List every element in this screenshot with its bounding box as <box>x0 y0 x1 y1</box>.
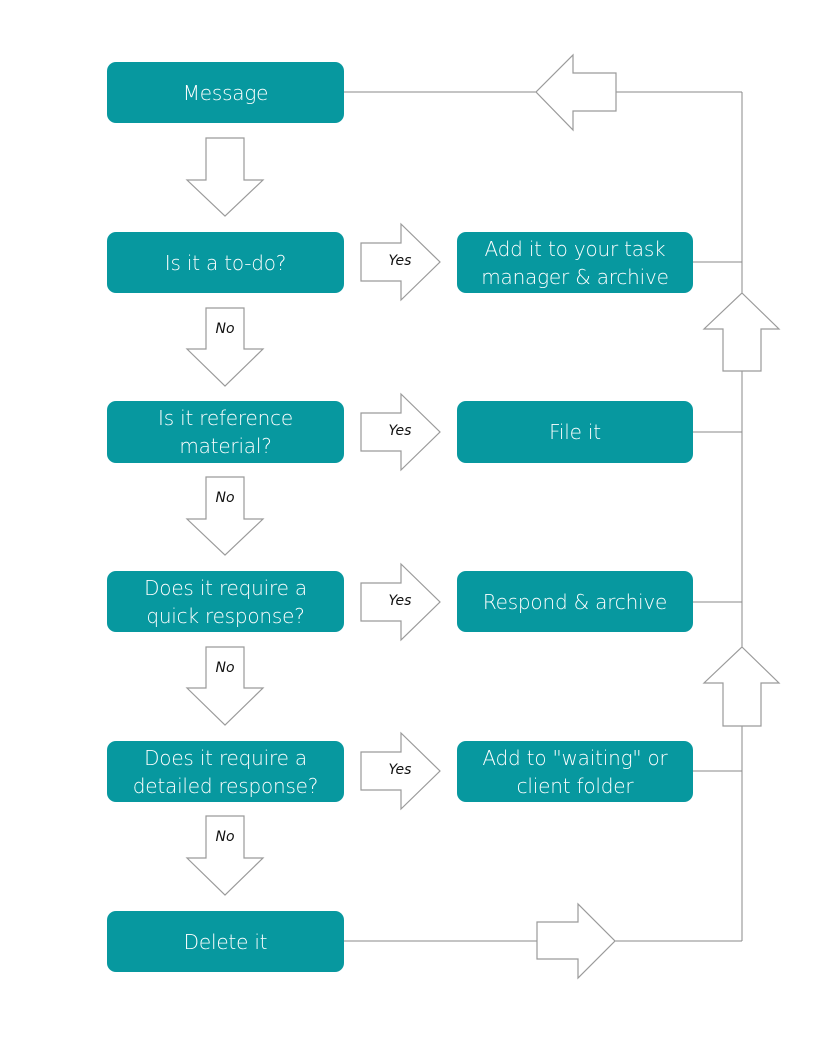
yes-label: Yes <box>388 593 412 609</box>
down-arrow-icon <box>185 137 265 217</box>
yes-label: Yes <box>388 423 412 439</box>
node-respond: Respond & archive <box>457 571 693 632</box>
down-arrow-icon <box>185 646 265 726</box>
yes-label: Yes <box>388 253 412 269</box>
node-quick-response-question: Does it require a quick response? <box>107 571 344 632</box>
node-delete: Delete it <box>107 911 344 972</box>
node-waiting: Add to "waiting" or client folder <box>457 741 693 802</box>
node-detailed-response-question: Does it require a detailed response? <box>107 741 344 802</box>
no-label: No <box>215 321 235 337</box>
node-reference-question: Is it reference material? <box>107 401 344 463</box>
down-arrow-icon <box>185 815 265 896</box>
node-message: Message <box>107 62 344 123</box>
node-task-manager: Add it to your task manager & archive <box>457 232 693 293</box>
connector-layer <box>185 53 781 980</box>
right-arrow-icon <box>536 902 616 980</box>
up-arrow-icon <box>702 292 781 372</box>
node-file: File it <box>457 401 693 463</box>
no-label: No <box>215 490 235 506</box>
yes-label: Yes <box>388 762 412 778</box>
down-arrow-icon <box>185 476 265 556</box>
no-label: No <box>215 829 235 845</box>
up-arrow-icon <box>702 646 781 727</box>
left-arrow-icon <box>535 53 617 132</box>
node-todo-question: Is it a to-do? <box>107 232 344 293</box>
down-arrow-icon <box>185 307 265 387</box>
no-label: No <box>215 660 235 676</box>
